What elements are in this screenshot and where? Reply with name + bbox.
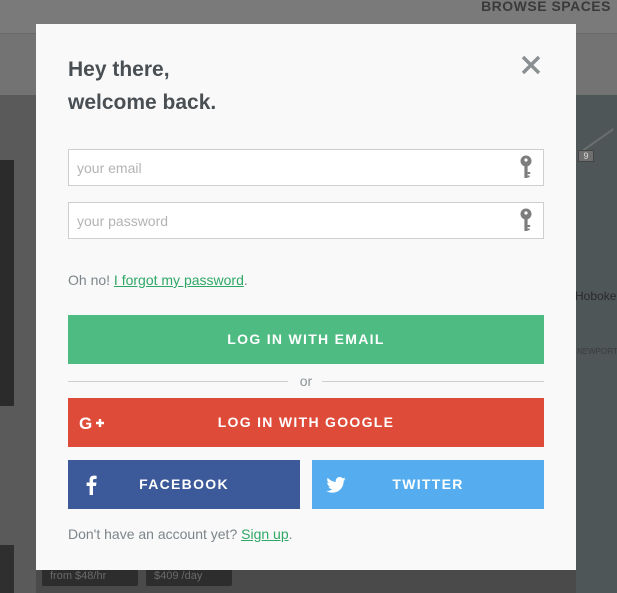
- forgot-password-link[interactable]: I forgot my password: [114, 272, 244, 288]
- forgot-suffix: .: [243, 272, 248, 288]
- twitter-button[interactable]: TWITTER: [312, 460, 544, 509]
- svg-text:G: G: [79, 414, 94, 433]
- signup-link[interactable]: Sign up: [241, 526, 288, 542]
- key-icon: [520, 208, 532, 231]
- password-input[interactable]: [69, 203, 509, 238]
- background-map: [576, 95, 617, 593]
- close-icon: [521, 55, 541, 75]
- login-modal: Hey there, welcome back. Oh no! I forgot…: [36, 24, 576, 570]
- map-label-hoboken: Hoboke: [575, 289, 617, 303]
- or-divider: or: [68, 374, 544, 388]
- login-email-button[interactable]: LOG IN WITH EMAIL: [68, 315, 544, 364]
- divider-line-right: [322, 381, 544, 382]
- background-photo: [0, 545, 14, 593]
- password-field[interactable]: [68, 202, 544, 239]
- login-google-label: LOG IN WITH GOOGLE: [217, 414, 395, 430]
- close-button[interactable]: [520, 54, 542, 76]
- background-photo: [0, 160, 14, 406]
- modal-title-line1: Hey there,: [68, 58, 170, 81]
- forgot-password-text: Oh no! I forgot my password.: [68, 272, 248, 288]
- map-label-newport: NEWPORT: [577, 347, 617, 356]
- signup-suffix: .: [288, 526, 293, 542]
- map-route-badge: 9: [578, 150, 594, 162]
- browse-spaces-link: BROWSE SPACES: [481, 0, 611, 14]
- forgot-prefix: Oh no!: [68, 272, 111, 288]
- twitter-icon: [326, 460, 346, 509]
- modal-title: Hey there, welcome back.: [68, 53, 216, 119]
- google-plus-icon: G: [79, 398, 107, 447]
- facebook-icon: [85, 460, 97, 509]
- key-icon: [520, 155, 532, 178]
- signup-prefix: Don't have an account yet?: [68, 526, 238, 542]
- facebook-label: FACEBOOK: [139, 476, 229, 492]
- login-google-button[interactable]: G LOG IN WITH GOOGLE: [68, 398, 544, 447]
- twitter-label: TWITTER: [392, 476, 464, 492]
- email-input[interactable]: [69, 150, 509, 185]
- facebook-button[interactable]: FACEBOOK: [68, 460, 300, 509]
- login-email-label: LOG IN WITH EMAIL: [227, 331, 385, 347]
- signup-text: Don't have an account yet? Sign up.: [68, 526, 293, 542]
- modal-title-line2: welcome back.: [68, 91, 217, 114]
- email-field[interactable]: [68, 149, 544, 186]
